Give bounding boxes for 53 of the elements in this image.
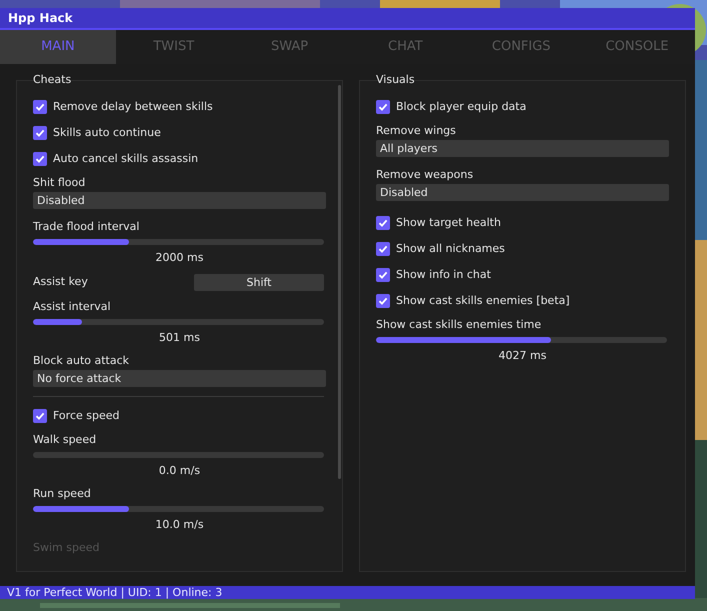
dropdown[interactable]: Disabled [33,192,326,209]
tab[interactable]: TWIST [116,30,232,64]
window-title: Hpp Hack [0,8,695,30]
checkbox-label: Force speed [53,408,120,424]
slider-track[interactable] [33,452,324,458]
field-label: Remove wings [376,123,457,139]
slider-value: 4027 ms [498,348,548,364]
dropdown[interactable]: Disabled [376,184,669,201]
checkbox-label: Auto cancel skills assassin [53,150,198,167]
status-bar: V1 for Perfect World | UID: 1 | Online: 3 [0,586,695,599]
checkbox[interactable] [33,126,47,140]
checkbox-label: Skills auto continue [53,124,161,141]
dropdown[interactable]: All players [376,140,669,157]
checkbox-label: Show all nicknames [396,240,505,257]
checkbox[interactable] [33,152,47,166]
checkbox-label: Show cast skills enemies [beta] [396,292,570,309]
slider-label: Walk speed [33,432,98,448]
slider-track[interactable] [376,337,667,343]
field-label: Block auto attack [33,353,130,369]
checkbox-label: Show target health [396,214,501,231]
slider-value: 501 ms [158,330,201,346]
field-label: Remove weapons [376,167,474,183]
checkbox[interactable] [376,216,390,230]
tab[interactable]: CONSOLE [579,30,695,64]
tab[interactable]: CONFIGS [463,30,580,64]
slider-value: 2000 ms [154,250,204,266]
checkbox[interactable] [33,100,47,114]
tab[interactable]: MAIN [0,30,116,64]
checkbox[interactable] [376,268,390,282]
slider-label: Trade flood interval [33,219,140,235]
tab[interactable]: CHAT [347,30,464,64]
slider-value: 10.0 m/s [154,517,205,533]
panel-title: Cheats [33,73,72,87]
slider-label: Assist interval [33,299,112,315]
panel-title: Visuals [376,73,415,87]
checkbox-label: Show info in chat [396,266,491,283]
slider-track[interactable] [33,319,324,325]
checkbox[interactable] [376,100,390,114]
checkbox-label: Remove delay between skills [53,98,213,115]
field-label: Shit flood [33,175,86,191]
checkbox[interactable] [376,294,390,308]
checkbox[interactable] [33,409,47,423]
key-button[interactable]: Shift [194,274,324,290]
checkbox-label: Block player equip data [396,98,526,115]
checkbox[interactable] [376,242,390,256]
slider-track[interactable] [33,239,324,245]
slider-label: Show cast skills enemies time [376,317,542,333]
dropdown[interactable]: No force attack [33,370,326,387]
slider-track[interactable] [33,506,324,512]
slider-value: 0.0 m/s [158,463,202,479]
field-label: Assist key [33,274,88,290]
tab[interactable]: SWAP [232,30,348,64]
slider-label: Run speed [33,486,92,502]
